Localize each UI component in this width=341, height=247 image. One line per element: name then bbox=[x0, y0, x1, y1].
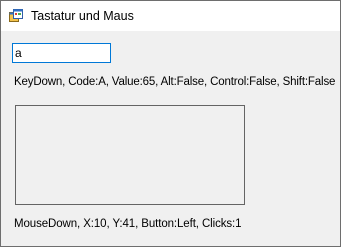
key-event-label: KeyDown, Code:A, Value:65, Alt:False, Co… bbox=[14, 76, 336, 88]
mouse-area-panel[interactable] bbox=[15, 105, 245, 205]
input-textbox[interactable] bbox=[12, 43, 111, 63]
input-textbox-field[interactable] bbox=[13, 44, 108, 62]
window-title: Tastatur und Maus bbox=[31, 9, 134, 23]
app-window: Tastatur und Maus KeyDown, Code:A, Value… bbox=[0, 0, 341, 247]
form-client-area: KeyDown, Code:A, Value:65, Alt:False, Co… bbox=[1, 31, 340, 246]
app-window-icon[interactable] bbox=[9, 9, 23, 23]
title-bar[interactable]: Tastatur und Maus bbox=[1, 1, 340, 31]
mouse-event-label: MouseDown, X:10, Y:41, Button:Left, Clic… bbox=[14, 218, 242, 230]
